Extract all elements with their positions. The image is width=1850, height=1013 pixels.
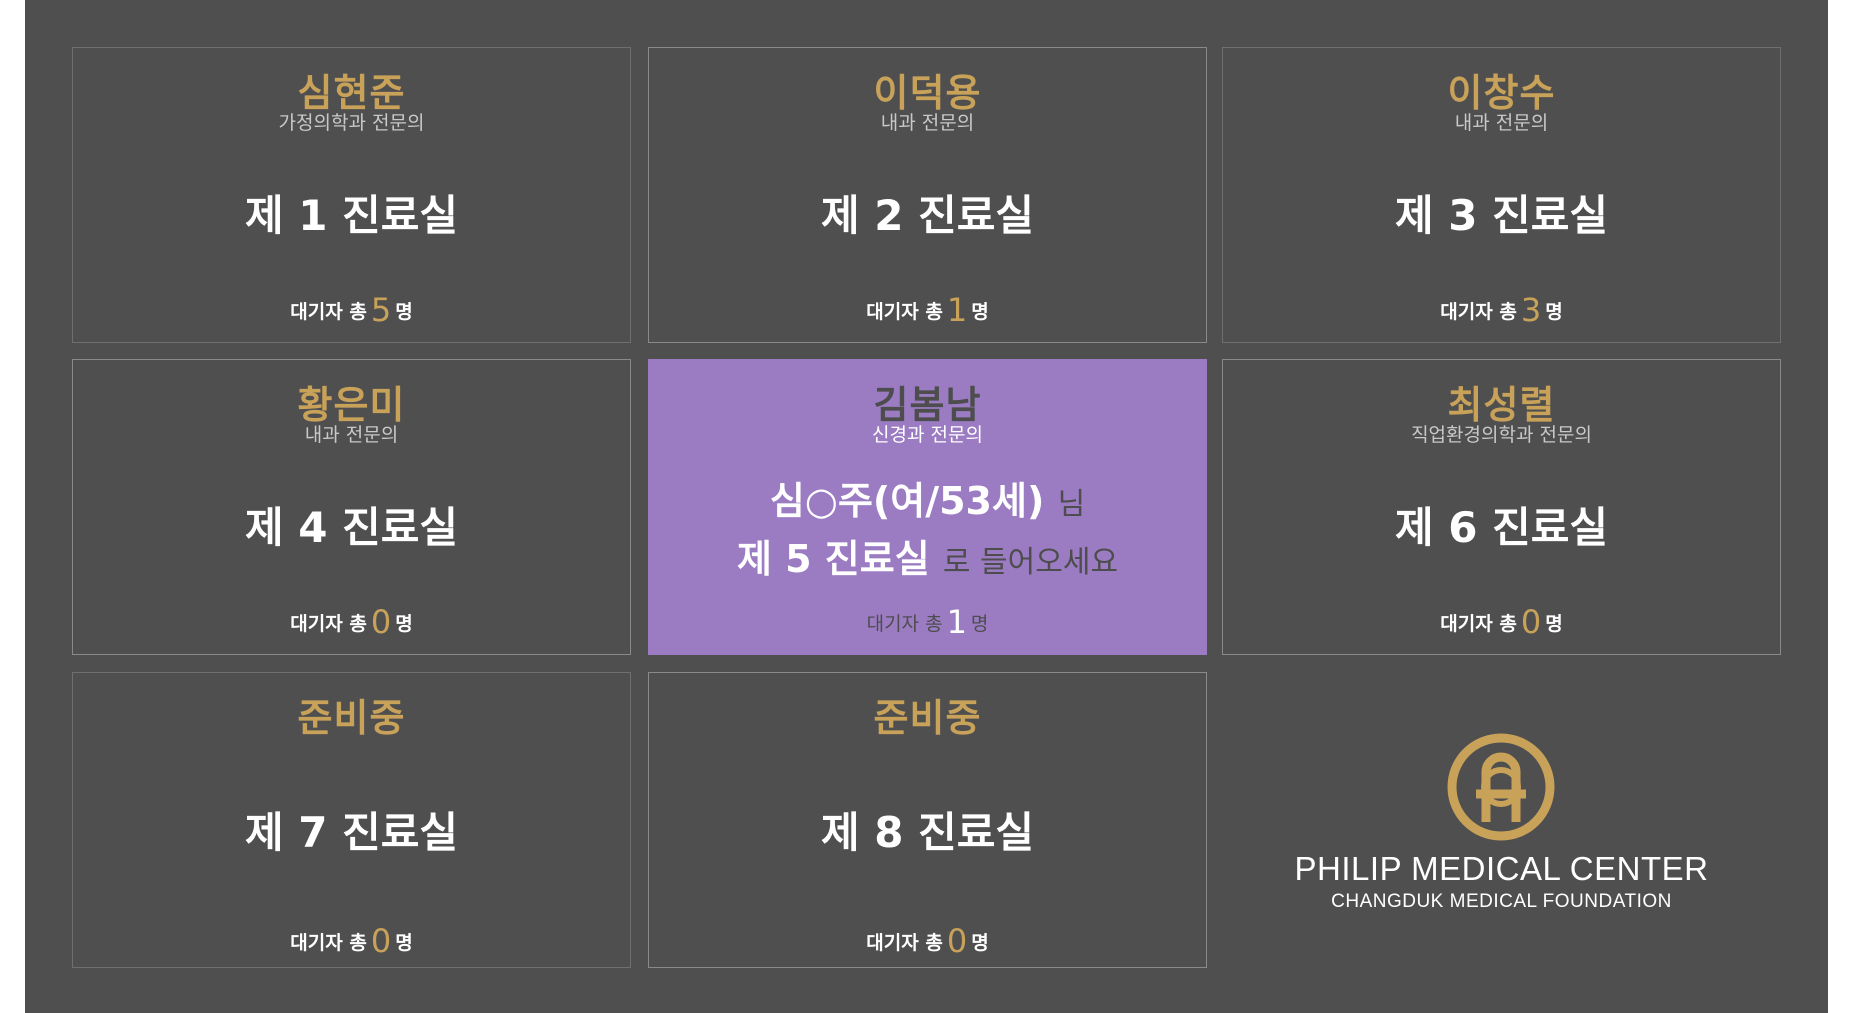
waiting-prefix: 대기자 총	[866, 613, 943, 635]
philip-logo-emblem-icon	[1447, 733, 1555, 841]
waiting-prefix: 대기자 총	[866, 301, 943, 323]
waiting-suffix: 명	[1545, 301, 1563, 323]
room-label: 제 7 진료실	[244, 808, 459, 857]
enter-line: 제 5 진료실 로 들어오세요	[649, 532, 1206, 590]
waiting-number: 0	[370, 603, 392, 641]
waiting-count: 대기자 총0명	[73, 600, 630, 641]
room-label: 제 2 진료실	[820, 191, 1035, 240]
room-label: 제 5 진료실	[736, 537, 930, 581]
room-card-8: 준비중 제 8 진료실 대기자 총0명	[648, 672, 1207, 968]
room-label: 제 1 진료실	[244, 191, 459, 240]
waiting-prefix: 대기자 총	[290, 613, 367, 635]
waiting-suffix: 명	[970, 613, 989, 635]
room-card-6: 최성렬 직업환경의학과 전문의 제 6 진료실 대기자 총0명	[1222, 359, 1781, 655]
waiting-suffix: 명	[395, 932, 413, 954]
waiting-count: 대기자 총1명	[649, 288, 1206, 329]
hospital-logo: PHILIP MEDICAL CENTER CHANGDUK MEDICAL F…	[1222, 672, 1781, 968]
patient-call-message: 심○주(여/53세) 님 제 5 진료실 로 들어오세요	[649, 474, 1206, 590]
room-label: 제 8 진료실	[820, 808, 1035, 857]
waiting-number: 1	[946, 603, 967, 641]
waiting-prefix: 대기자 총	[290, 301, 367, 323]
waiting-count: 대기자 총0명	[1223, 600, 1780, 641]
waiting-number: 3	[1520, 291, 1542, 329]
room-card-2: 이덕용 내과 전문의 제 2 진료실 대기자 총1명	[648, 47, 1207, 343]
waiting-prefix: 대기자 총	[1440, 301, 1517, 323]
waiting-suffix: 명	[971, 932, 989, 954]
doctor-specialty: 직업환경의학과 전문의	[1411, 424, 1592, 446]
waiting-count: 대기자 총5명	[73, 288, 630, 329]
doctor-specialty: 가정의학과 전문의	[278, 112, 425, 134]
room-card-1: 심현준 가정의학과 전문의 제 1 진료실 대기자 총5명	[72, 47, 631, 343]
doctor-specialty: 내과 전문의	[1454, 112, 1549, 134]
patient-name: 심○주(여/53세)	[769, 479, 1045, 523]
waiting-count: 대기자 총3명	[1223, 288, 1780, 329]
waiting-suffix: 명	[395, 613, 413, 635]
enter-instruction: 로 들어오세요	[942, 545, 1119, 580]
room-label: 제 6 진료실	[1394, 503, 1609, 552]
doctor-specialty: 내과 전문의	[304, 424, 399, 446]
room-label: 제 3 진료실	[1394, 191, 1609, 240]
logo-name: PHILIP MEDICAL CENTER	[1294, 850, 1709, 887]
doctor-name: 준비중	[873, 696, 982, 740]
waiting-number: 0	[370, 922, 392, 960]
waiting-prefix: 대기자 총	[1440, 613, 1517, 635]
doctor-specialty: 내과 전문의	[880, 112, 975, 134]
waiting-count: 대기자 총0명	[73, 919, 630, 960]
waiting-suffix: 명	[1545, 613, 1563, 635]
room-card-3: 이창수 내과 전문의 제 3 진료실 대기자 총3명	[1222, 47, 1781, 343]
waiting-board: 심현준 가정의학과 전문의 제 1 진료실 대기자 총5명 이덕용 내과 전문의…	[25, 0, 1828, 1013]
waiting-prefix: 대기자 총	[290, 932, 367, 954]
room-label: 제 4 진료실	[244, 503, 459, 552]
waiting-prefix: 대기자 총	[866, 932, 943, 954]
waiting-number: 0	[1520, 603, 1542, 641]
waiting-suffix: 명	[395, 301, 413, 323]
room-card-7: 준비중 제 7 진료실 대기자 총0명	[72, 672, 631, 968]
waiting-number: 1	[946, 291, 968, 329]
doctor-specialty: 신경과 전문의	[872, 424, 983, 446]
logo-subtitle: CHANGDUK MEDICAL FOUNDATION	[1331, 891, 1672, 912]
patient-honorific: 님	[1057, 487, 1086, 522]
room-card-5-active: 김봄남 신경과 전문의 심○주(여/53세) 님 제 5 진료실 로 들어오세요…	[648, 359, 1207, 655]
waiting-number: 0	[946, 922, 968, 960]
doctor-name: 준비중	[297, 696, 406, 740]
room-card-4: 황은미 내과 전문의 제 4 진료실 대기자 총0명	[72, 359, 631, 655]
waiting-number: 5	[370, 291, 392, 329]
waiting-suffix: 명	[971, 301, 989, 323]
patient-line: 심○주(여/53세) 님	[649, 474, 1206, 532]
waiting-count: 대기자 총1명	[649, 600, 1206, 641]
waiting-count: 대기자 총0명	[649, 919, 1206, 960]
